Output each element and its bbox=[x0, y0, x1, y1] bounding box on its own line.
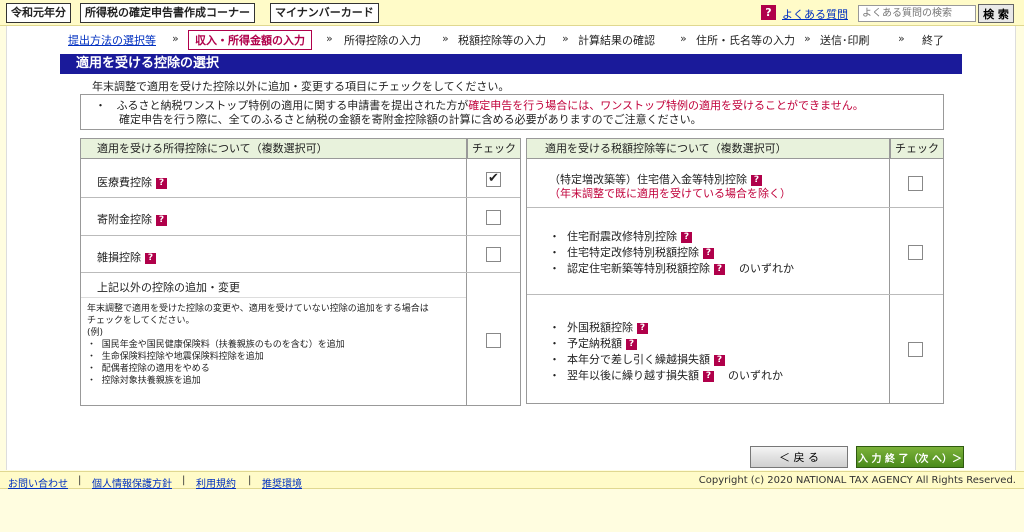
donation-label: 寄附金控除 bbox=[97, 213, 152, 226]
list-item: ・ 控除対象扶養親族を追加 bbox=[87, 376, 201, 386]
either-suffix: のいずれか bbox=[728, 369, 783, 382]
right-check-header: チェック bbox=[890, 139, 943, 159]
foreign-tax-checkbox[interactable] bbox=[908, 342, 923, 357]
step-tax-credit: 税額控除等の入力 bbox=[458, 34, 546, 47]
medical-checkbox[interactable] bbox=[486, 171, 501, 187]
row-donation: 寄附金控除? bbox=[81, 199, 520, 236]
row-foreign-tax: ・ 外国税額控除? ・ 予定納税額? ・ 本年分で差し引く繰越損失額? ・ 翌年… bbox=[527, 296, 889, 403]
step-income-deduction: 所得控除の入力 bbox=[344, 34, 421, 47]
step-income-current: 収入・所得金額の入力 bbox=[188, 30, 312, 50]
other-deduction-checkbox[interactable] bbox=[486, 333, 501, 348]
notice-line2: 確定申告を行う際に、全てのふるさと納税の金額を寄附金控除額の計算に含める必要があ… bbox=[119, 113, 702, 126]
help-icon: ? bbox=[761, 5, 776, 20]
donation-checkbox[interactable] bbox=[486, 210, 501, 225]
intro-text: 年末調整で適用を受けた控除以外に追加・変更する項目にチェックをしてください。 bbox=[92, 80, 510, 93]
list-item: ・ 住宅特定改修特別税額控除? bbox=[549, 245, 794, 261]
step-separator: » bbox=[898, 32, 905, 45]
help-icon[interactable]: ? bbox=[703, 247, 714, 259]
furusato-notice: ・ ふるさと納税ワンストップ特例の適用に関する申請書を提出された方が確定申告を行… bbox=[80, 94, 944, 130]
privacy-link[interactable]: 個人情報保護方針 bbox=[92, 475, 172, 490]
row-housing-loan: （特定増改築等）住宅借入金等特別控除? （年末調整で既に適用を受けている場合を除… bbox=[527, 160, 943, 208]
help-icon[interactable]: ? bbox=[714, 354, 725, 366]
list-item: ・ 翌年以後に繰り越す損失額? のいずれか bbox=[549, 369, 783, 382]
notice-bullet: ・ bbox=[95, 99, 106, 112]
list-item: ・ 認定住宅新築等特別税額控除? のいずれか bbox=[549, 262, 794, 275]
tax-credit-table: 適用を受ける税額控除等について（複数選択可） チェック （特定増改築等）住宅借入… bbox=[526, 138, 944, 404]
notice-warning: 確定申告を行う場合には、ワンストップ特例の適用を受けることができません。 bbox=[468, 99, 864, 112]
help-icon[interactable]: ? bbox=[751, 174, 762, 186]
step-separator: » bbox=[172, 32, 179, 45]
left-check-header: チェック bbox=[467, 139, 520, 159]
faq-search-input[interactable] bbox=[858, 5, 976, 22]
help-icon[interactable]: ? bbox=[626, 338, 637, 350]
step-end: 終了 bbox=[922, 34, 944, 47]
other-description: 年末調整で適用を受けた控除の変更や、適用を受けていない控除の追加をする場合は チ… bbox=[87, 303, 462, 387]
help-icon[interactable]: ? bbox=[156, 214, 167, 226]
section-title: 適用を受ける控除の選択 bbox=[60, 54, 962, 74]
row-housing-renovation: ・ 住宅耐震改修特別控除? ・ 住宅特定改修特別税額控除? ・ 認定住宅新築等特… bbox=[527, 209, 943, 295]
list-item: ・ 国民年金や国民健康保険料（扶養親族のものを含む）を追加 bbox=[87, 340, 345, 350]
step-address: 住所・氏名等の入力 bbox=[696, 34, 795, 47]
search-button[interactable]: 検 索 bbox=[978, 4, 1014, 23]
list-item: ・ 生命保険料控除や地震保険料控除を追加 bbox=[87, 352, 264, 362]
contact-link[interactable]: お問い合わせ bbox=[8, 475, 68, 490]
list-item: ・ 本年分で差し引く繰越損失額? bbox=[549, 352, 783, 368]
left-table-header: 適用を受ける所得控除について（複数選択可） bbox=[81, 139, 466, 159]
housing-loan-checkbox[interactable] bbox=[908, 176, 923, 191]
housing-loan-note: （年末調整で既に適用を受けている場合を除く） bbox=[549, 187, 791, 200]
list-item: ・ 外国税額控除? bbox=[549, 320, 783, 336]
row-medical: 医療費控除? bbox=[81, 160, 520, 198]
list-item: ・ 予定納税額? bbox=[549, 336, 783, 352]
step-separator: » bbox=[442, 32, 449, 45]
next-button[interactable]: 入 力 終 了（次 へ）＞ bbox=[856, 446, 964, 468]
help-icon[interactable]: ? bbox=[145, 252, 156, 264]
casualty-label: 雑損控除 bbox=[97, 251, 141, 264]
footer-separator: | bbox=[78, 475, 82, 486]
other-title: 上記以外の控除の追加・変更 bbox=[97, 281, 240, 294]
medical-label: 医療費控除 bbox=[97, 176, 152, 189]
step-separator: » bbox=[326, 32, 333, 45]
progress-steps: 提出方法の選択等 » 収入・所得金額の入力 » 所得控除の入力 » 税額控除等の… bbox=[60, 30, 960, 50]
casualty-checkbox[interactable] bbox=[486, 247, 501, 262]
other-example: (例) bbox=[87, 328, 104, 338]
other-title-row: 上記以外の控除の追加・変更 bbox=[81, 274, 466, 298]
help-icon[interactable]: ? bbox=[681, 231, 692, 243]
step-result: 計算結果の確認 bbox=[578, 34, 655, 47]
help-icon[interactable]: ? bbox=[156, 177, 167, 189]
help-icon[interactable]: ? bbox=[637, 322, 648, 334]
list-item: ・ 配偶者控除の適用をやめる bbox=[87, 364, 210, 374]
step-separator: » bbox=[804, 32, 811, 45]
era-button[interactable]: 令和元年分 bbox=[6, 3, 71, 23]
step-submit-method[interactable]: 提出方法の選択等 bbox=[68, 32, 156, 48]
divider bbox=[466, 335, 467, 405]
step-send-print: 送信･印刷 bbox=[820, 34, 870, 47]
help-icon[interactable]: ? bbox=[714, 263, 725, 275]
housing-renovation-checkbox[interactable] bbox=[908, 245, 923, 260]
either-suffix: のいずれか bbox=[739, 262, 794, 275]
recommended-env-link[interactable]: 推奨環境 bbox=[262, 475, 302, 490]
terms-link[interactable]: 利用規約 bbox=[196, 475, 236, 490]
row-casualty: 雑損控除? bbox=[81, 237, 520, 273]
notice-line1: ふるさと納税ワンストップ特例の適用に関する申請書を提出された方が bbox=[116, 99, 469, 112]
footer-separator: | bbox=[248, 475, 252, 486]
footer-separator: | bbox=[182, 475, 186, 486]
right-table-header: 適用を受ける税額控除等について（複数選択可） bbox=[527, 139, 889, 159]
back-button[interactable]: ＜ 戻 る bbox=[750, 446, 848, 468]
other-desc-line1: 年末調整で適用を受けた控除の変更や、適用を受けていない控除の追加をする場合は bbox=[87, 304, 429, 314]
copyright: Copyright (c) 2020 NATIONAL TAX AGENCY A… bbox=[698, 475, 1016, 486]
income-deduction-table: 適用を受ける所得控除について（複数選択可） チェック 医療費控除? 寄附金控除?… bbox=[80, 138, 521, 406]
list-item: ・ 住宅耐震改修特別控除? bbox=[549, 229, 794, 245]
mynumber-card-button[interactable]: マイナンバーカード bbox=[270, 3, 379, 23]
footer: お問い合わせ | 個人情報保護方針 | 利用規約 | 推奨環境 Copyrigh… bbox=[0, 471, 1024, 490]
faq-link[interactable]: よくある質問 bbox=[782, 6, 848, 22]
corner-home-button[interactable]: 所得税の確定申告書作成コーナー bbox=[80, 3, 255, 23]
step-separator: » bbox=[562, 32, 569, 45]
step-separator: » bbox=[680, 32, 687, 45]
other-desc-line2: チェックをしてください。 bbox=[87, 316, 195, 326]
top-header: 令和元年分 所得税の確定申告書作成コーナー マイナンバーカード ? よくある質問… bbox=[0, 0, 1024, 26]
help-icon[interactable]: ? bbox=[703, 370, 714, 382]
